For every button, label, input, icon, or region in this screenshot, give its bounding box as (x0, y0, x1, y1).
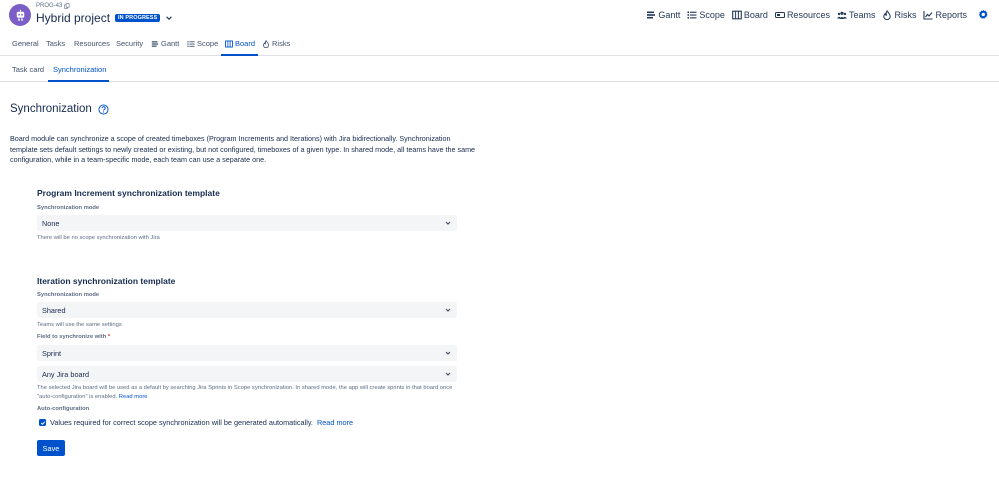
top-nav-reports-label: Reports (935, 9, 967, 20)
gantt-icon (151, 40, 159, 47)
jira-board-helper-text: The selected Jira board will be used as … (37, 385, 453, 400)
intro-text: Board module can synchronize a scope of … (10, 134, 476, 164)
fire-icon (263, 39, 269, 48)
jira-board-helper: The selected Jira board will be used as … (37, 384, 462, 401)
auto-config-label: Auto-configuration (37, 406, 90, 412)
pi-mode-label: Synchronization mode (37, 205, 100, 211)
pi-section-heading: Program Increment synchronization templa… (37, 188, 220, 198)
tab-board-label: Board (235, 39, 256, 48)
project-avatar[interactable] (9, 4, 31, 26)
field-sync-label-text: Field to synchronize with (37, 334, 107, 340)
board-icon (225, 40, 233, 47)
copy-icon[interactable] (64, 3, 70, 9)
tab-gantt-label: Gantt (161, 39, 180, 48)
help-icon[interactable] (98, 103, 109, 115)
top-nav: Gantt Scope Board Resources Teams Risks … (646, 9, 989, 20)
page-title-text: Synchronization (10, 103, 92, 115)
auto-config-checkbox[interactable] (39, 419, 46, 426)
field-sync-select[interactable]: Sprint (37, 345, 457, 361)
list-icon (687, 11, 697, 19)
chevron-down-icon[interactable] (165, 14, 173, 22)
iteration-mode-label: Synchronization mode (37, 292, 100, 298)
jira-board-value: Any Jira board (42, 369, 90, 379)
tab-general[interactable]: General (12, 39, 39, 48)
iteration-mode-helper: Teams will use the same settings (37, 322, 122, 328)
resources-icon (774, 11, 785, 18)
tab-gantt[interactable]: Gantt (151, 39, 179, 48)
tab-synchronization[interactable]: Synchronization (53, 65, 106, 74)
top-nav-risks[interactable]: Risks (882, 9, 917, 20)
project-key-text: PROG-43 (36, 3, 63, 9)
chevron-down-icon (445, 308, 451, 312)
top-nav-gantt-label: Gantt (658, 9, 681, 20)
pi-mode-select[interactable]: None (37, 215, 457, 231)
top-nav-teams-label: Teams (848, 9, 876, 20)
gear-icon[interactable] (978, 9, 989, 20)
sub-tabs: Task card Synchronization (0, 57, 999, 82)
auto-config-checkbox-label[interactable]: Values required for correct scope synchr… (50, 418, 313, 427)
teams-icon (836, 11, 847, 19)
tab-risks[interactable]: Risks (262, 39, 290, 48)
chevron-down-icon (445, 351, 451, 355)
tab-tasks-label: Tasks (46, 39, 66, 48)
top-nav-reports[interactable]: Reports (923, 10, 967, 20)
checkmark-icon (40, 420, 45, 425)
top-nav-board-label: Board (743, 9, 768, 20)
tab-scope-label: Scope (197, 39, 219, 48)
pi-mode-helper: There will be no scope synchronization w… (37, 235, 160, 241)
chevron-down-icon (445, 221, 451, 225)
jira-board-select[interactable]: Any Jira board (37, 366, 457, 382)
field-sync-value: Sprint (42, 348, 62, 358)
tab-task-card[interactable]: Task card (12, 65, 44, 74)
auto-config-row: Values required for correct scope synchr… (39, 418, 353, 427)
tab-resources-label: Resources (74, 39, 110, 48)
top-nav-gantt[interactable]: Gantt (646, 10, 680, 20)
top-nav-risks-label: Risks (894, 9, 917, 20)
robot-icon (16, 9, 24, 21)
tab-board[interactable]: Board (225, 39, 255, 48)
tab-security[interactable]: Security (116, 39, 143, 48)
chevron-down-icon (445, 372, 451, 376)
project-title-text: Hybrid project (36, 11, 111, 25)
fire-icon (883, 9, 892, 20)
jira-board-read-more-link[interactable]: Read more (119, 394, 148, 400)
page-title: Synchronization (10, 103, 109, 115)
board-icon (732, 10, 742, 19)
project-title: Hybrid project IN PROGRESS (36, 11, 173, 25)
pi-mode-value: None (42, 218, 60, 228)
tab-scope[interactable]: Scope (187, 39, 218, 48)
top-nav-resources[interactable]: Resources (774, 9, 830, 20)
required-asterisk: * (107, 334, 111, 340)
project-key: PROG-43 (36, 3, 70, 9)
tab-tasks[interactable]: Tasks (46, 39, 65, 48)
active-tab-indicator (221, 54, 258, 56)
main-tabs: General Tasks Resources Security Gantt S… (0, 32, 999, 56)
top-nav-resources-label: Resources (786, 9, 830, 20)
list-icon (187, 40, 195, 47)
top-header: PROG-43 Hybrid project IN PROGRESS Gantt… (0, 0, 999, 32)
iteration-mode-select[interactable]: Shared (37, 302, 457, 318)
top-nav-scope[interactable]: Scope (687, 10, 725, 20)
tab-security-label: Security (116, 39, 144, 48)
save-button[interactable]: Save (37, 440, 65, 456)
iteration-mode-value: Shared (42, 305, 66, 315)
iteration-section-heading: Iteration synchronization template (37, 276, 176, 286)
tab-resources[interactable]: Resources (74, 39, 110, 48)
status-badge[interactable]: IN PROGRESS (115, 14, 161, 22)
top-nav-scope-label: Scope (699, 9, 725, 20)
top-nav-teams[interactable]: Teams (836, 9, 876, 20)
reports-icon (923, 10, 933, 20)
tab-risks-label: Risks (272, 39, 291, 48)
gantt-icon (647, 11, 656, 18)
field-sync-label: Field to synchronize with * (37, 334, 110, 340)
tab-general-label: General (12, 39, 39, 48)
active-subtab-indicator (48, 80, 109, 82)
top-nav-board[interactable]: Board (732, 10, 768, 20)
auto-config-read-more-link[interactable]: Read more (317, 418, 353, 427)
